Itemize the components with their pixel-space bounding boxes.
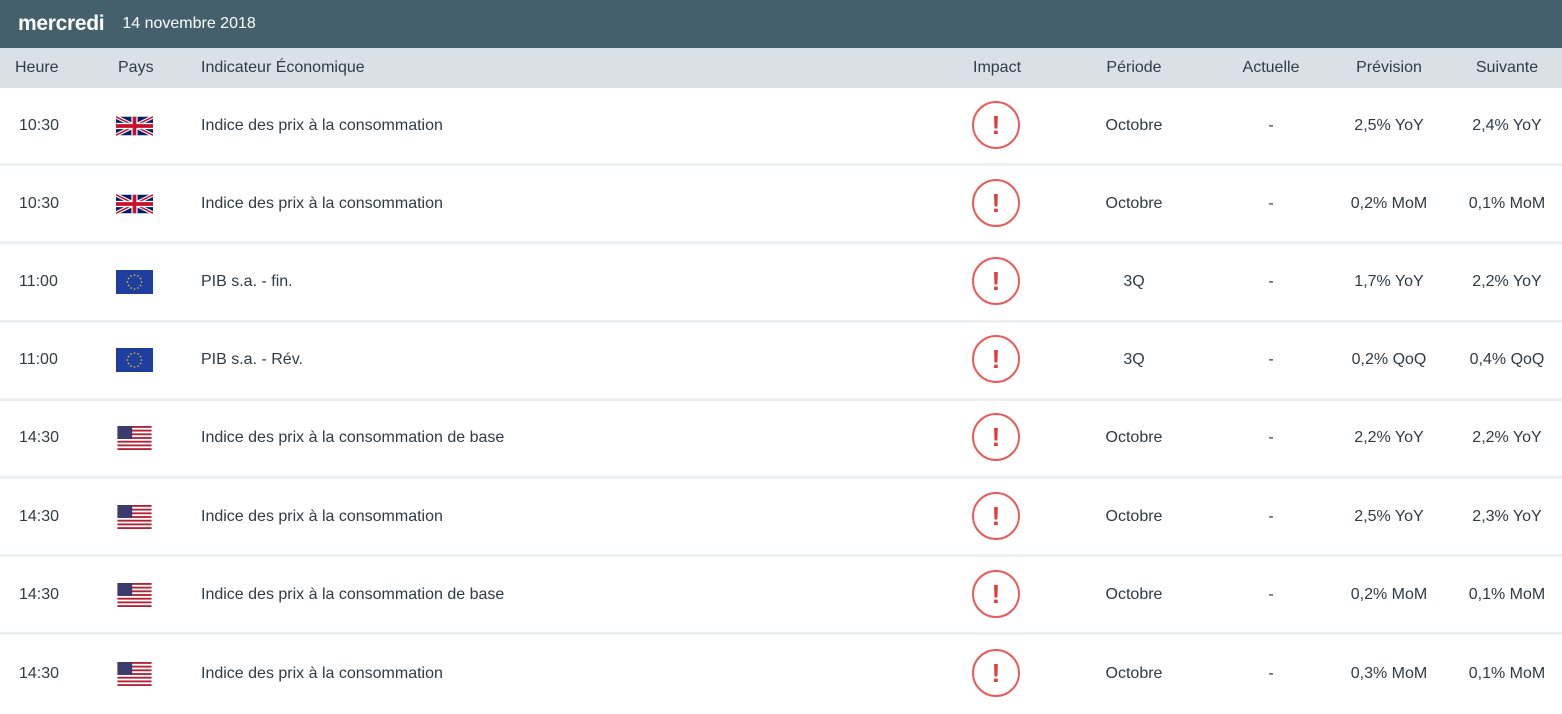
table-row[interactable]: 11:00 PIB s.a. - Rév. ! 3Q - 0,2% QoQ 0,… xyxy=(0,323,1562,401)
column-header-pays: Pays xyxy=(118,59,154,76)
event-next: 2,4% YoY xyxy=(1472,116,1542,134)
column-header-actuelle: Actuelle xyxy=(1242,59,1300,76)
day-name: mercredi xyxy=(18,12,105,35)
event-period: Octobre xyxy=(1105,429,1163,447)
column-header-row: Heure Pays Indicateur Économique Impact … xyxy=(0,48,1562,88)
event-indicator[interactable]: Indice des prix à la consommation xyxy=(201,195,443,213)
day-date: 14 novembre 2018 xyxy=(122,15,256,32)
event-next: 0,1% MoM xyxy=(1468,665,1546,683)
us-flag-icon xyxy=(116,662,153,687)
impact-high-icon: ! xyxy=(972,100,1022,151)
event-period: Octobre xyxy=(1105,665,1163,683)
column-header-impact: Impact xyxy=(973,59,1022,76)
event-indicator[interactable]: Indice des prix à la consommation de bas… xyxy=(201,429,504,447)
eu-flag-icon xyxy=(116,269,153,294)
event-time: 14:30 xyxy=(19,665,60,683)
event-time: 14:30 xyxy=(19,507,60,525)
event-period: Octobre xyxy=(1105,507,1163,525)
impact-high-icon: ! xyxy=(972,569,1022,620)
event-indicator[interactable]: PIB s.a. - fin. xyxy=(201,273,293,291)
event-next: 0,1% MoM xyxy=(1468,585,1546,603)
event-next: 0,1% MoM xyxy=(1468,194,1546,212)
event-forecast: 0,2% MoM xyxy=(1350,194,1428,212)
event-forecast: 1,7% YoY xyxy=(1354,272,1424,290)
event-time: 14:30 xyxy=(19,585,60,603)
event-time: 14:30 xyxy=(19,429,60,447)
column-header-heure: Heure xyxy=(15,59,59,76)
event-indicator[interactable]: Indice des prix à la consommation xyxy=(201,665,443,683)
event-indicator[interactable]: PIB s.a. - Rév. xyxy=(201,351,303,369)
event-forecast: 2,5% YoY xyxy=(1354,116,1424,134)
impact-high-icon: ! xyxy=(972,413,1022,463)
impact-high-icon: ! xyxy=(972,491,1022,542)
column-header-prevision: Prévision xyxy=(1356,59,1422,76)
eu-flag-icon xyxy=(116,348,153,373)
event-indicator[interactable]: Indice des prix à la consommation xyxy=(201,508,443,526)
event-period: 3Q xyxy=(1123,272,1145,290)
uk-flag-icon xyxy=(116,192,153,216)
column-header-suivante: Suivante xyxy=(1475,59,1539,76)
event-next: 2,2% YoY xyxy=(1472,429,1542,447)
impact-high-icon: ! xyxy=(972,256,1022,307)
uk-flag-icon xyxy=(116,114,153,138)
event-actual: - xyxy=(1268,507,1274,525)
table-row[interactable]: 10:30 Indice des prix à la consommation … xyxy=(0,88,1562,167)
event-forecast: 0,2% QoQ xyxy=(1351,351,1427,369)
event-actual: - xyxy=(1268,272,1274,290)
event-actual: - xyxy=(1268,116,1274,134)
event-time: 10:30 xyxy=(19,116,60,134)
event-period: Octobre xyxy=(1105,194,1163,212)
column-header-periode: Période xyxy=(1106,59,1162,76)
event-period: 3Q xyxy=(1123,351,1145,369)
event-actual: - xyxy=(1268,351,1274,369)
event-forecast: 2,2% YoY xyxy=(1354,429,1424,447)
event-forecast: 0,2% MoM xyxy=(1350,585,1428,603)
table-row[interactable]: 14:30 Indice des prix à la consommation … xyxy=(0,557,1562,636)
impact-high-icon: ! xyxy=(972,649,1022,699)
event-actual: - xyxy=(1268,585,1274,603)
impact-high-icon: ! xyxy=(972,178,1022,229)
table-row[interactable]: 14:30 Indice des prix à la consommation … xyxy=(0,401,1562,479)
event-indicator[interactable]: Indice des prix à la consommation xyxy=(201,117,443,135)
day-header: mercredi 14 novembre 2018 xyxy=(0,0,1562,48)
event-forecast: 0,3% MoM xyxy=(1350,665,1428,683)
us-flag-icon xyxy=(116,582,153,607)
event-time: 10:30 xyxy=(19,194,60,212)
event-next: 2,2% YoY xyxy=(1472,272,1542,290)
event-actual: - xyxy=(1268,194,1274,212)
table-row[interactable]: 10:30 Indice des prix à la consommation … xyxy=(0,166,1562,245)
event-next: 0,4% QoQ xyxy=(1469,351,1545,369)
impact-high-icon: ! xyxy=(972,335,1022,385)
event-time: 11:00 xyxy=(19,351,58,369)
event-time: 11:00 xyxy=(19,272,58,290)
event-forecast: 2,5% YoY xyxy=(1354,507,1424,525)
event-actual: - xyxy=(1268,429,1274,447)
event-indicator[interactable]: Indice des prix à la consommation de bas… xyxy=(201,586,504,604)
table-row[interactable]: 14:30 Indice des prix à la consommation … xyxy=(0,479,1562,558)
events-table: 10:30 Indice des prix à la consommation … xyxy=(0,88,1562,714)
table-row[interactable]: 14:30 Indice des prix à la consommation … xyxy=(0,635,1562,713)
us-flag-icon xyxy=(116,426,153,451)
table-row[interactable]: 11:00 PIB s.a. - fin. ! 3Q - 1,7% YoY 2,… xyxy=(0,244,1562,323)
event-period: Octobre xyxy=(1105,585,1163,603)
event-next: 2,3% YoY xyxy=(1472,507,1542,525)
event-period: Octobre xyxy=(1105,116,1163,134)
event-actual: - xyxy=(1268,665,1274,683)
us-flag-icon xyxy=(116,504,153,529)
column-header-indicateur: Indicateur Économique xyxy=(201,59,365,76)
